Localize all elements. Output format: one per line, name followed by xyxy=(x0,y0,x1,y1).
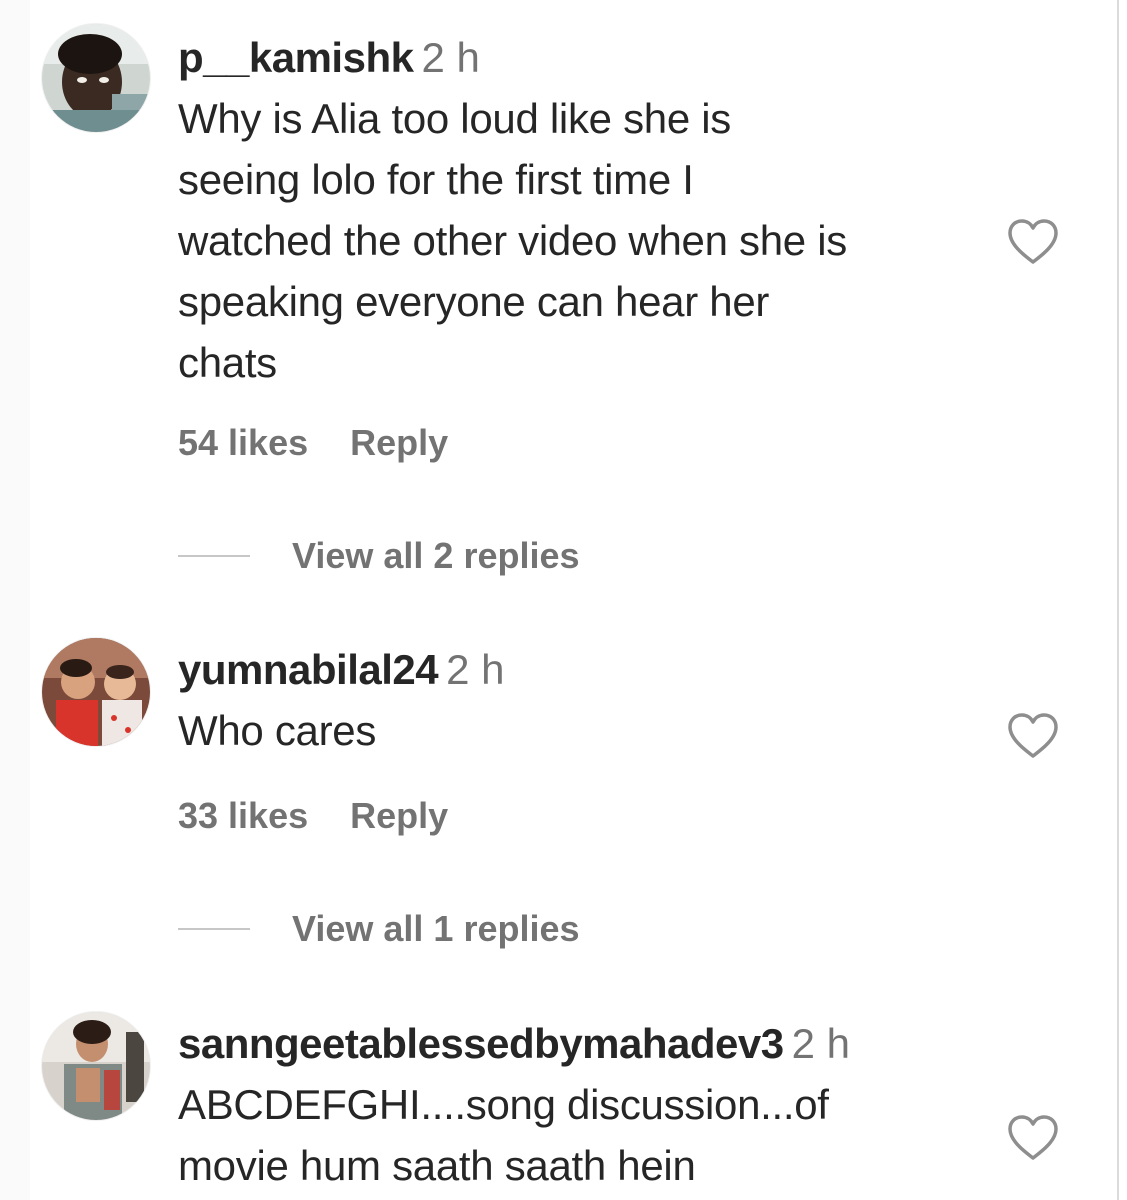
timestamp[interactable]: 2 h xyxy=(421,34,479,81)
heart-outline-icon xyxy=(1008,219,1058,264)
comment-text-line: watched the other video when she is xyxy=(178,217,847,264)
comment-text: ABCDEFGHI....song discussion...of movie … xyxy=(178,1074,978,1196)
like-button[interactable] xyxy=(1006,218,1060,266)
comment-header: yumnabilal24 2 h xyxy=(178,640,978,700)
username-link[interactable]: sanngeetablessedbymahadev3 xyxy=(178,1020,784,1067)
comment-text-line: ABCDEFGHI....song discussion...of xyxy=(178,1081,829,1128)
heart-outline-icon xyxy=(1008,1115,1058,1160)
comment-actions: 33 likes Reply xyxy=(178,795,448,837)
avatar[interactable] xyxy=(42,638,150,746)
comment-actions: 54 likes Reply xyxy=(178,422,448,464)
replies-divider xyxy=(178,555,250,557)
username-link[interactable]: yumnabilal24 xyxy=(178,646,439,693)
like-button[interactable] xyxy=(1006,1114,1060,1162)
comment-text: Why is Alia too loud like she is seeing … xyxy=(178,88,978,393)
comment-text-line: Why is Alia too loud like she is xyxy=(178,95,731,142)
username-link[interactable]: p__kamishk xyxy=(178,34,414,81)
likes-count[interactable]: 33 likes xyxy=(178,795,308,837)
comment-text-line: movie hum saath saath hein xyxy=(178,1142,696,1189)
timestamp[interactable]: 2 h xyxy=(446,646,504,693)
avatar[interactable] xyxy=(42,1012,150,1120)
comment-text-line: seeing lolo for the first time I xyxy=(178,156,694,203)
view-replies-button[interactable]: View all 2 replies xyxy=(178,535,580,577)
view-replies-label: View all 2 replies xyxy=(292,535,580,576)
reply-button[interactable]: Reply xyxy=(350,795,448,837)
left-margin xyxy=(0,0,30,1200)
replies-divider xyxy=(178,928,250,930)
view-replies-button[interactable]: View all 1 replies xyxy=(178,908,580,950)
timestamp[interactable]: 2 h xyxy=(792,1020,850,1067)
comment-header: p__kamishk 2 h xyxy=(178,28,978,88)
avatar-image xyxy=(42,638,150,746)
scrollbar-track[interactable] xyxy=(1117,0,1119,1200)
avatar[interactable] xyxy=(42,24,150,132)
comment-text-line: Who cares xyxy=(178,707,377,754)
likes-count[interactable]: 54 likes xyxy=(178,422,308,464)
comment-text-line: speaking everyone can hear her xyxy=(178,278,770,325)
view-replies-label: View all 1 replies xyxy=(292,908,580,949)
like-button[interactable] xyxy=(1006,712,1060,760)
comment-text-line: chats xyxy=(178,339,277,386)
comment-text: Who cares xyxy=(178,700,978,761)
avatar-image xyxy=(42,1012,150,1120)
heart-outline-icon xyxy=(1008,713,1058,758)
reply-button[interactable]: Reply xyxy=(350,422,448,464)
comment-header: sanngeetablessedbymahadev3 2 h xyxy=(178,1014,978,1074)
avatar-image xyxy=(42,24,150,132)
